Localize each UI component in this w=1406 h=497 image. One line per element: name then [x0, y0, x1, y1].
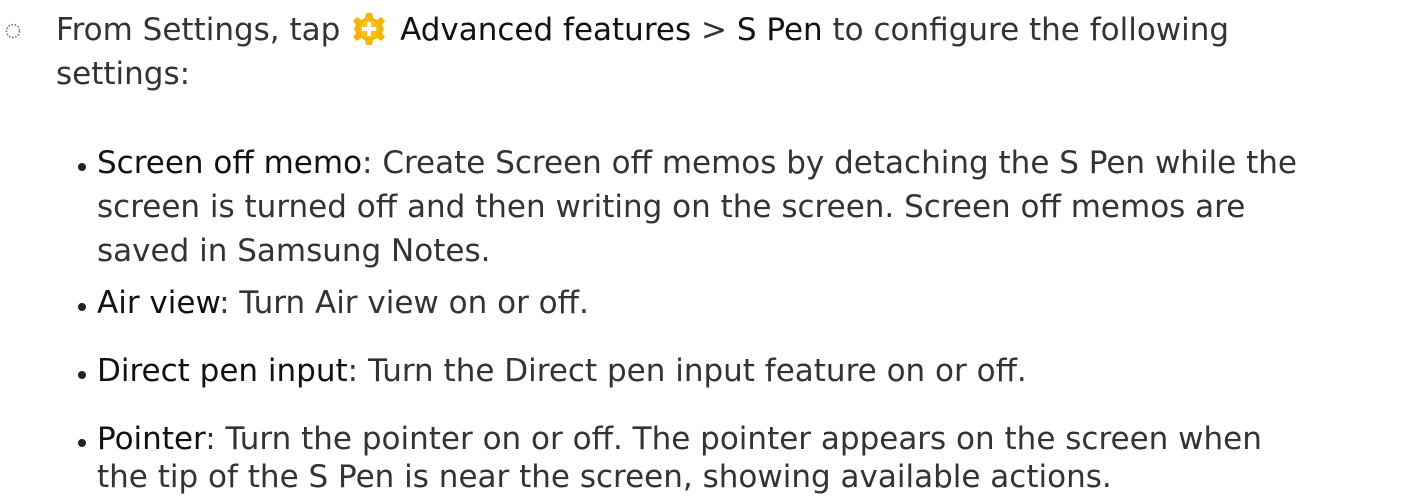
item-desc: : Create Screen off memos by detaching t…	[362, 145, 1297, 181]
item-line: Air view: Turn Air view on or off.	[97, 283, 589, 323]
bullet-dot	[78, 303, 86, 311]
item-line: screen is turned off and then writing on…	[97, 189, 1246, 225]
step-line-2: settings:	[56, 56, 191, 92]
bullet-dot	[78, 371, 86, 379]
item-desc: : Turn the pointer on or off. The pointe…	[205, 421, 1262, 457]
item-term: Air view	[97, 285, 220, 321]
item-term: Direct pen input	[97, 353, 348, 389]
step-suffix: to configure the following	[832, 12, 1230, 48]
item-desc: : Turn the Direct pen input feature on o…	[347, 353, 1027, 389]
item-term: Pointer	[97, 421, 206, 457]
bullet-dot	[78, 439, 86, 447]
step-prefix: From Settings, tap	[56, 12, 341, 48]
path-advanced-features: Advanced features	[400, 12, 692, 48]
step-line-1: From Settings, tap Advanced features > S…	[56, 10, 1386, 50]
item-line: Screen off memo: Create Screen off memos…	[97, 143, 1297, 183]
step-circle-icon	[5, 23, 21, 39]
path-separator: >	[700, 12, 727, 48]
item-line: Pointer: Turn the pointer on or off. The…	[97, 419, 1262, 459]
advanced-features-gear-icon	[353, 13, 386, 45]
bullet-dot	[78, 163, 86, 171]
item-term: Screen off memo	[97, 145, 363, 181]
item-line: Direct pen input: Turn the Direct pen in…	[97, 351, 1027, 391]
item-line: the tip of the S Pen is near the screen,…	[97, 459, 1112, 495]
item-line: saved in Samsung Notes.	[97, 233, 491, 269]
item-desc: : Turn Air view on or off.	[219, 285, 589, 321]
path-s-pen: S Pen	[736, 12, 823, 48]
